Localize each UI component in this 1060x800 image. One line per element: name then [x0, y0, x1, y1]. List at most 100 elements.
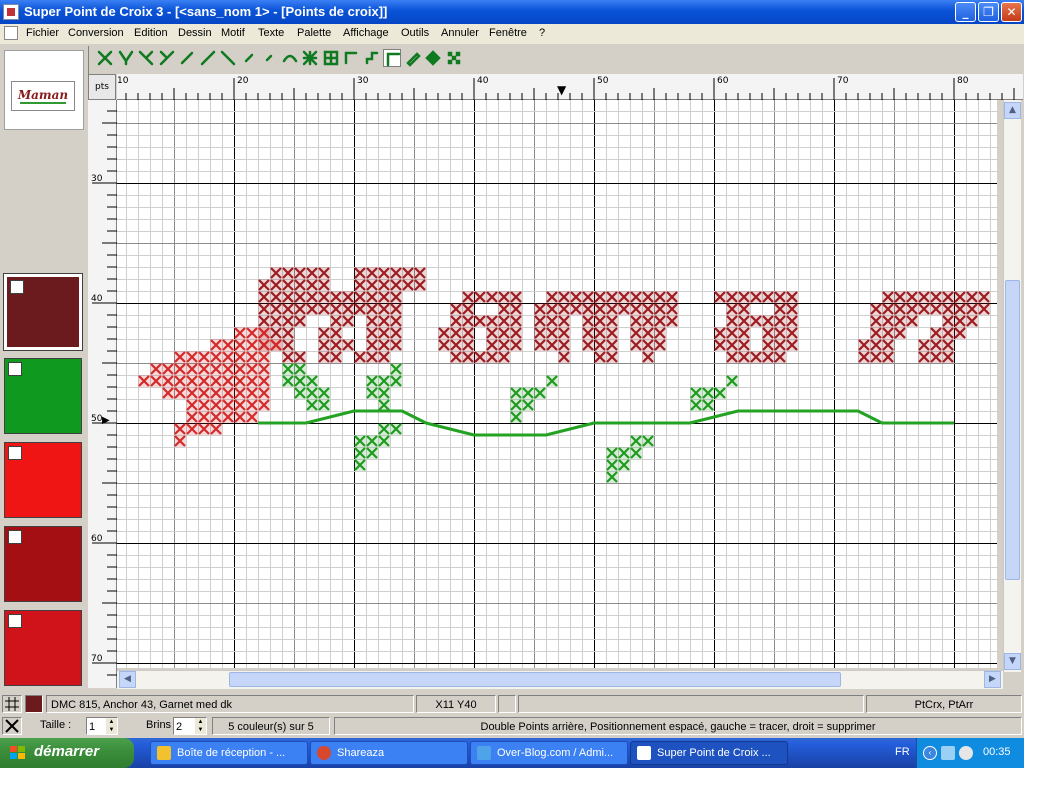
- palette-swatch[interactable]: [4, 526, 82, 602]
- ruler-left: 30 40 50 60 70 ▶: [88, 100, 117, 688]
- vertical-scrollbar[interactable]: ▲ ▼: [1003, 100, 1021, 672]
- palette-swatch[interactable]: [4, 358, 82, 434]
- colors-count: 5 couleur(s) sur 5: [212, 717, 330, 735]
- step-icon[interactable]: [363, 49, 381, 67]
- menu-texte[interactable]: Texte: [258, 27, 284, 39]
- cross-diag-icon[interactable]: [178, 49, 196, 67]
- horizontal-scrollbar[interactable]: ◀ ▶: [117, 670, 1003, 689]
- ruler-left-label: 70: [91, 654, 103, 664]
- backstitch-slash-icon[interactable]: [199, 49, 217, 67]
- cursor-coords: X11 Y40: [416, 695, 496, 713]
- size-stepper[interactable]: 1 ▲ ▼: [86, 717, 118, 735]
- menu-annuler[interactable]: Annuler: [441, 27, 479, 39]
- grid-icon[interactable]: [2, 695, 22, 713]
- swatch-checkbox[interactable]: [8, 362, 22, 376]
- menu-conversion[interactable]: Conversion: [68, 27, 124, 39]
- fill-icon[interactable]: [424, 49, 442, 67]
- stitch-canvas[interactable]: [117, 100, 1015, 676]
- size-value[interactable]: 1: [89, 721, 95, 733]
- pattern-grid[interactable]: [117, 100, 1015, 676]
- ruler-left-label: 30: [91, 174, 103, 184]
- status-slot: [518, 695, 864, 713]
- ruler-left-label: 50: [91, 414, 103, 424]
- swatch-checkbox[interactable]: [8, 530, 22, 544]
- cross-half-icon[interactable]: [117, 49, 135, 67]
- menu-affichage[interactable]: Affichage: [343, 27, 389, 39]
- volume-icon[interactable]: [959, 746, 973, 760]
- scroll-up-icon[interactable]: ▲: [1004, 102, 1021, 119]
- stitch-mode: PtCrx, PtArr: [866, 695, 1022, 713]
- maximize-button[interactable]: ❐: [978, 2, 999, 22]
- start-button[interactable]: démarrer: [0, 738, 134, 768]
- swatch-checkbox[interactable]: [8, 614, 22, 628]
- ruler-top-label: 10: [117, 76, 129, 86]
- menu-dessin[interactable]: Dessin: [178, 27, 212, 39]
- window-title: Super Point de Croix 3 - [<sans_nom 1> -…: [24, 4, 388, 19]
- preview-frame: Maman: [11, 81, 75, 111]
- strands-value[interactable]: 2: [176, 721, 182, 733]
- cross-quarter-icon[interactable]: [137, 49, 155, 67]
- target-icon[interactable]: [322, 49, 340, 67]
- cursor-column-marker: ▼: [557, 83, 567, 97]
- title-bar[interactable]: Super Point de Croix 3 - [<sans_nom 1> -…: [0, 0, 1024, 24]
- cross-stitch-icon[interactable]: [2, 717, 22, 735]
- palette-swatch[interactable]: [4, 610, 82, 686]
- scroll-down-icon[interactable]: ▼: [1004, 653, 1021, 670]
- menu-fenetre[interactable]: Fenêtre: [489, 27, 527, 39]
- menu-palette[interactable]: Palette: [297, 27, 331, 39]
- cross-full-icon[interactable]: [96, 49, 114, 67]
- ruler-top-label: 50: [597, 76, 609, 86]
- menu-fichier[interactable]: Fichier: [26, 27, 59, 39]
- horizontal-scroll-thumb[interactable]: [229, 672, 841, 687]
- strands-spin-icon[interactable]: ▲ ▼: [195, 718, 206, 734]
- close-button[interactable]: ✕: [1001, 2, 1022, 22]
- swatch-checkbox[interactable]: [10, 280, 24, 294]
- corner-icon[interactable]: [342, 49, 360, 67]
- pencil-icon[interactable]: [404, 49, 422, 67]
- backstitch-short-icon[interactable]: [240, 49, 258, 67]
- taskbar-item-inbox[interactable]: Boîte de réception - ...: [150, 741, 308, 765]
- tool-hint: Double Points arrière, Positionnement es…: [334, 717, 1022, 735]
- taskbar-item-superpoint[interactable]: Super Point de Croix ...: [630, 741, 788, 765]
- cross-three-quarter-icon[interactable]: [158, 49, 176, 67]
- menu-help[interactable]: ?: [539, 27, 545, 39]
- curve-icon[interactable]: [281, 49, 299, 67]
- menu-outils[interactable]: Outils: [401, 27, 429, 39]
- app-icon[interactable]: [3, 4, 19, 20]
- dots-icon[interactable]: [445, 49, 463, 67]
- document-icon[interactable]: [4, 26, 18, 40]
- network-icon[interactable]: [941, 746, 955, 760]
- corner-bold-icon[interactable]: [383, 49, 401, 67]
- tray-expand-icon[interactable]: ‹: [923, 746, 937, 760]
- size-spin-icon[interactable]: ▲ ▼: [106, 718, 117, 734]
- taskbar-item-label: Shareaza: [337, 747, 385, 759]
- ruler-top-label: 30: [357, 76, 369, 86]
- system-tray: FR ‹ 00:35: [895, 738, 1024, 768]
- scroll-right-icon[interactable]: ▶: [984, 671, 1001, 688]
- ie-icon: [477, 746, 491, 760]
- menu-motif[interactable]: Motif: [221, 27, 245, 39]
- backstitch-mini-icon[interactable]: [260, 49, 278, 67]
- menu-edition[interactable]: Edition: [134, 27, 168, 39]
- ruler-unit[interactable]: pts: [88, 74, 116, 100]
- swatch-checkbox[interactable]: [8, 446, 22, 460]
- taskbar-item-label: Over-Blog.com / Admi...: [497, 747, 614, 759]
- ruler-top-label: 60: [717, 76, 729, 86]
- ruler-top-ticks: 10 20 30 40 50 60 70 80 ▼: [113, 76, 1015, 100]
- grid-cross-icon[interactable]: [301, 49, 319, 67]
- palette-swatch[interactable]: [3, 273, 83, 351]
- app-icon: [637, 746, 651, 760]
- shareaza-icon: [317, 746, 331, 760]
- vertical-scroll-thumb[interactable]: [1005, 280, 1020, 580]
- preview-thumbnail[interactable]: Maman: [4, 50, 84, 130]
- minimize-button[interactable]: _: [955, 2, 976, 22]
- menu-bar: Fichier Conversion Edition Dessin Motif …: [0, 24, 1024, 64]
- scroll-left-icon[interactable]: ◀: [119, 671, 136, 688]
- strands-stepper[interactable]: 2 ▲ ▼: [173, 717, 207, 735]
- taskbar-item-overblog[interactable]: Over-Blog.com / Admi...: [470, 741, 628, 765]
- language-indicator[interactable]: FR: [895, 746, 910, 758]
- taskbar-item-shareaza[interactable]: Shareaza: [310, 741, 468, 765]
- current-color-swatch: [25, 695, 43, 713]
- backstitch-backslash-icon[interactable]: [219, 49, 237, 67]
- palette-swatch[interactable]: [4, 442, 82, 518]
